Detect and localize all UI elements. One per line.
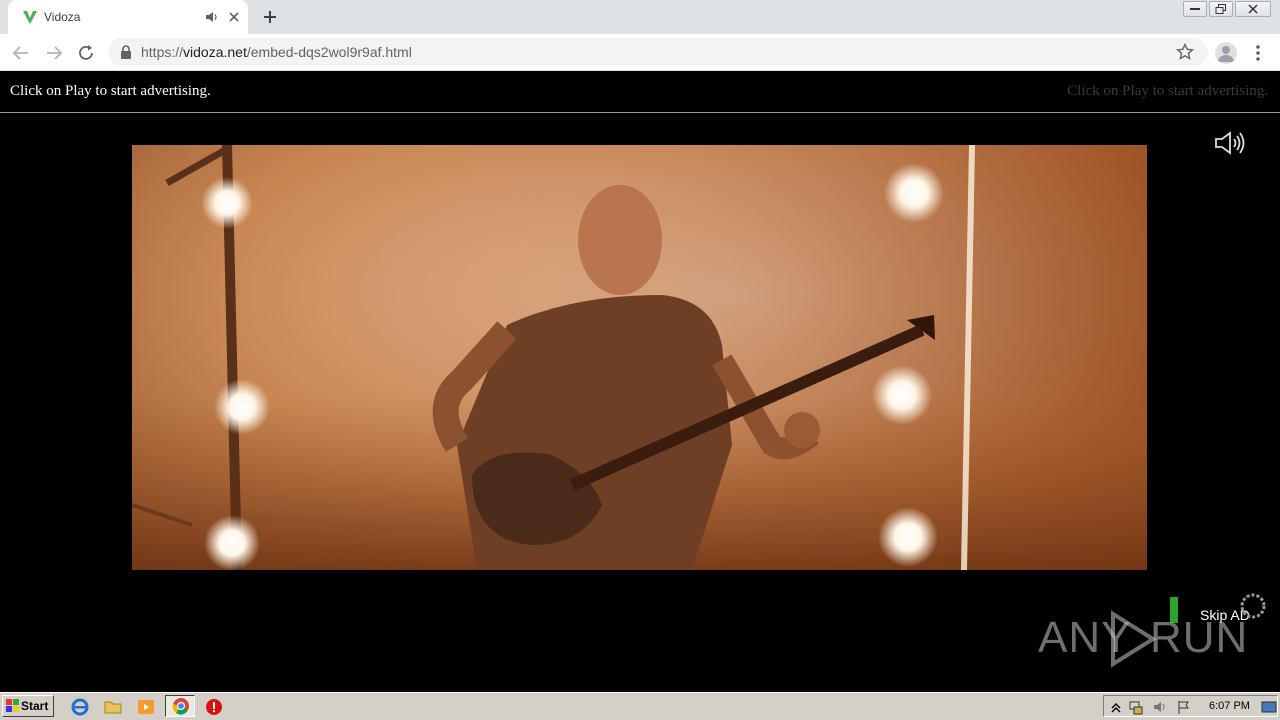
system-tray: 6:07 PM <box>1103 695 1278 717</box>
volume-icon[interactable] <box>1152 699 1168 715</box>
chevron-up-icon[interactable] <box>1108 699 1124 715</box>
video-player[interactable] <box>132 145 1147 570</box>
tab-title: Vidoza <box>44 10 81 24</box>
lock-icon <box>121 45 131 59</box>
reload-icon[interactable] <box>75 42 97 64</box>
volume-icon[interactable] <box>1213 130 1247 156</box>
stop-icon[interactable] <box>204 697 224 717</box>
kebab-menu-icon[interactable] <box>1250 43 1266 63</box>
clock[interactable]: 6:07 PM <box>1209 700 1250 712</box>
folder-icon[interactable] <box>103 697 123 717</box>
browser-toolbar: https://vidoza.net/embed-dqs2wol9r9af.ht… <box>0 34 1280 71</box>
avatar-icon[interactable] <box>1215 42 1237 64</box>
address-bar[interactable]: https://vidoza.net/embed-dqs2wol9r9af.ht… <box>108 38 1208 66</box>
watermark-run: RUN <box>1150 613 1249 662</box>
arrow-right-icon[interactable] <box>43 42 65 64</box>
close-icon <box>1248 4 1258 14</box>
anyrun-watermark: ANY RUN <box>1038 607 1247 677</box>
page-content: Click on Play to start advertising. Clic… <box>0 72 1280 692</box>
tab-strip: Vidoza <box>0 0 1280 34</box>
browser-tab[interactable]: Vidoza <box>8 0 248 34</box>
vidoza-favicon-icon <box>23 11 37 24</box>
ad-bar: Click on Play to start advertising. Clic… <box>0 72 1280 113</box>
windows-flag-icon <box>6 699 19 712</box>
arrow-left-icon[interactable] <box>10 42 32 64</box>
minimize-icon <box>1190 8 1200 10</box>
restore-button[interactable] <box>1209 1 1233 17</box>
concert-video-frame <box>132 145 1147 570</box>
start-button[interactable]: Start <box>2 695 54 717</box>
url-path: /embed-dqs2wol9r9af.html <box>246 44 412 60</box>
url-scheme: https:// <box>141 44 184 60</box>
plus-icon[interactable] <box>260 7 280 27</box>
ad-notice-right[interactable]: Click on Play to start advertising. <box>1067 83 1268 100</box>
chrome-icon <box>172 698 189 715</box>
restore-icon <box>1215 4 1226 14</box>
action-center-flag-icon[interactable] <box>1176 699 1192 715</box>
window-close-button[interactable] <box>1235 1 1271 17</box>
ad-notice-left[interactable]: Click on Play to start advertising. <box>10 83 211 100</box>
url-host: vidoza.net <box>183 44 247 60</box>
media-player-icon[interactable] <box>136 697 156 717</box>
network-icon[interactable] <box>1128 699 1144 715</box>
close-icon[interactable] <box>226 9 242 25</box>
taskbar-chrome-button[interactable] <box>165 695 195 717</box>
url-text[interactable]: https://vidoza.net/embed-dqs2wol9r9af.ht… <box>141 44 412 60</box>
windows-taskbar: Start 6:07 PM <box>0 692 1280 720</box>
show-desktop-icon[interactable] <box>1261 699 1277 715</box>
profile-silhouette-icon <box>1218 46 1234 62</box>
speaker-icon[interactable] <box>204 9 220 25</box>
start-label: Start <box>21 699 49 713</box>
star-icon[interactable] <box>1176 43 1194 61</box>
internet-explorer-icon[interactable] <box>70 697 90 717</box>
minimize-button[interactable] <box>1183 1 1207 17</box>
